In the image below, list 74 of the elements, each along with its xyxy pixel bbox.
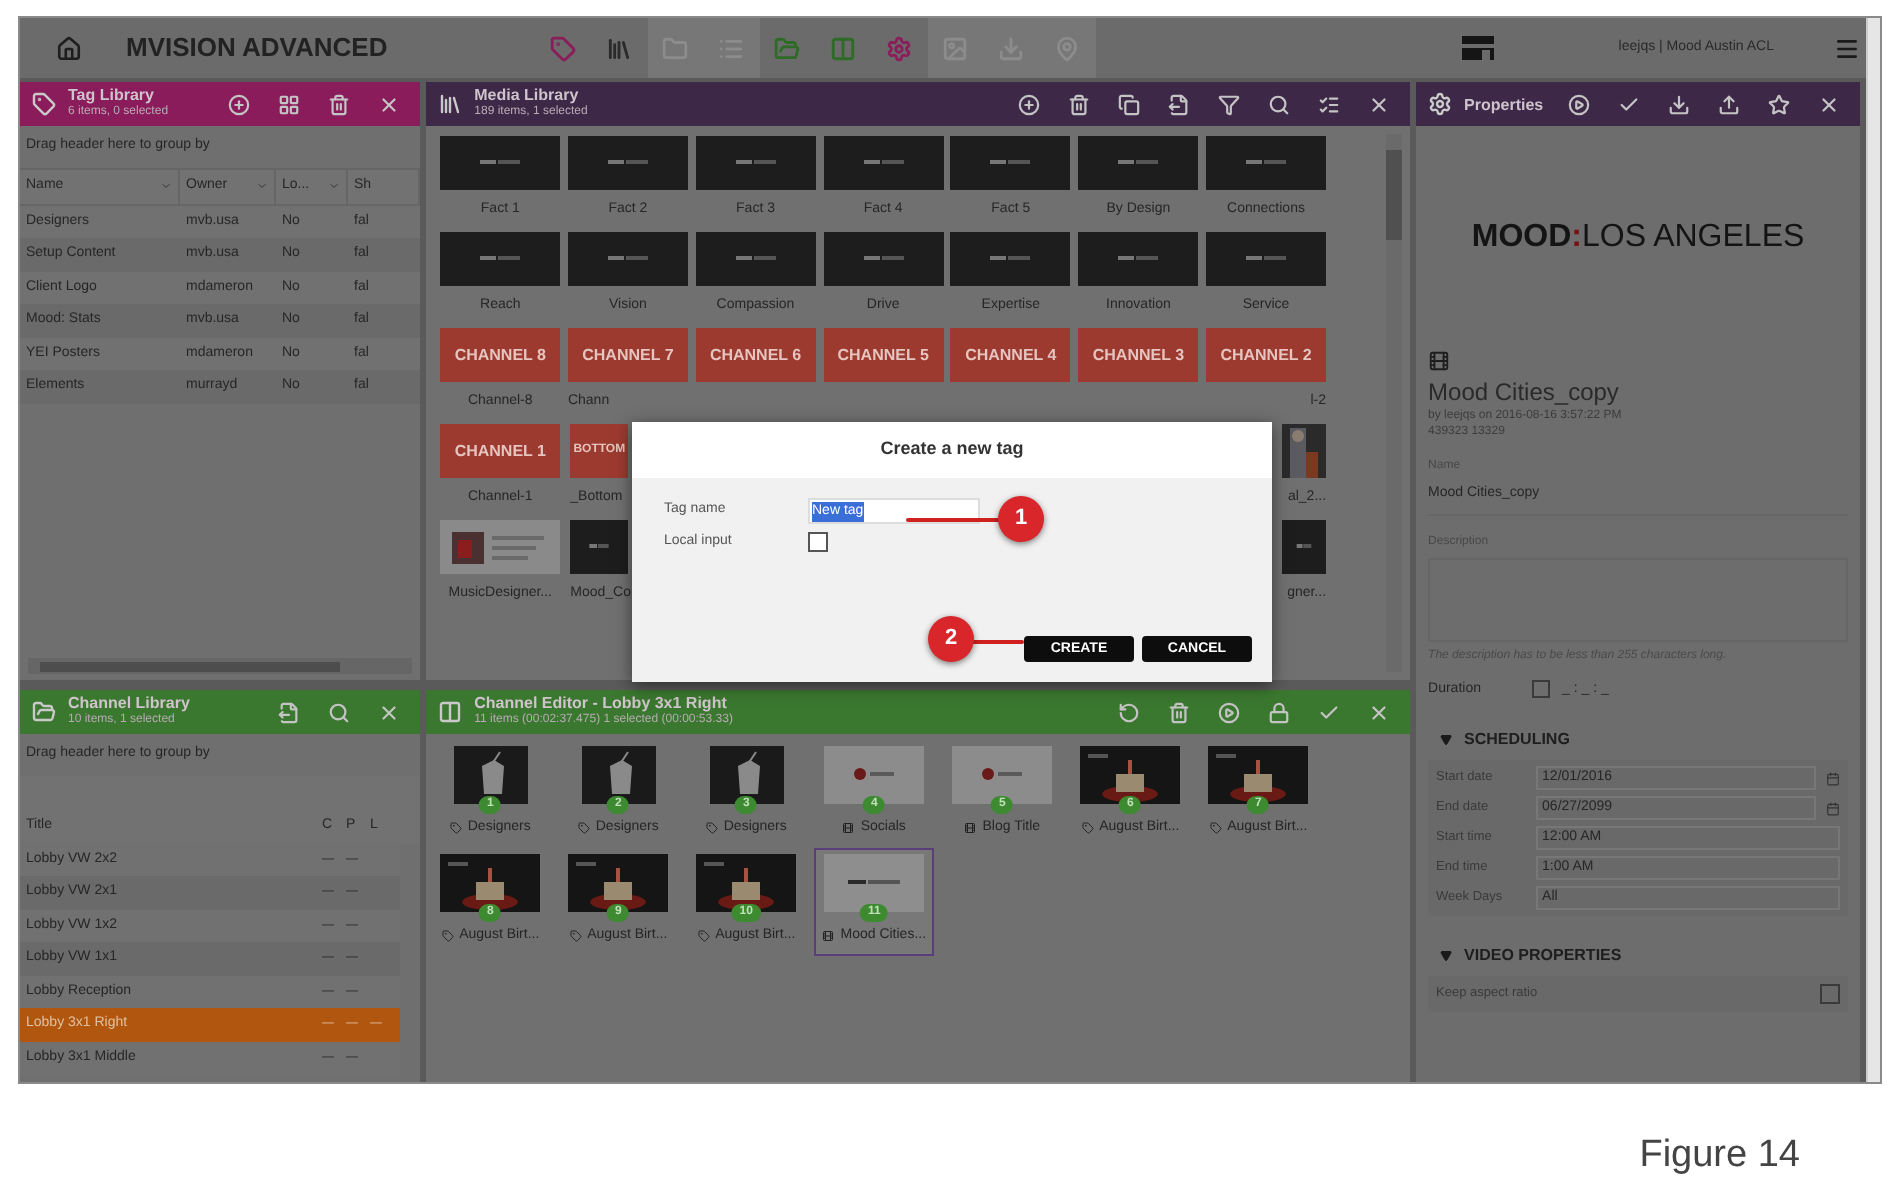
tag-icon bbox=[577, 821, 590, 833]
star-icon[interactable] bbox=[1768, 93, 1791, 115]
close-icon[interactable] bbox=[378, 93, 401, 115]
section-title: VIDEO PROPERTIES bbox=[1464, 944, 1622, 968]
chevron-down-icon bbox=[160, 180, 172, 192]
panel-title: Tag Library bbox=[68, 86, 156, 104]
trash-icon[interactable] bbox=[328, 93, 351, 115]
lock-icon[interactable] bbox=[1268, 701, 1291, 723]
checkbox[interactable] bbox=[1820, 984, 1841, 1004]
tag-icon bbox=[705, 821, 718, 833]
preview-logo: MOOD:LOS ANGELES bbox=[1471, 218, 1805, 258]
calendar-icon[interactable] bbox=[1826, 771, 1841, 785]
leader-line bbox=[906, 518, 1002, 522]
check-icon[interactable] bbox=[1318, 701, 1341, 723]
channel-thumbnail[interactable]: CHANNEL 6 bbox=[695, 328, 816, 382]
panel-title: Channel Library bbox=[68, 694, 190, 712]
list-icon[interactable] bbox=[1318, 93, 1341, 115]
check-icon[interactable] bbox=[1618, 93, 1641, 115]
film-icon bbox=[822, 929, 835, 941]
channel-thumbnail[interactable]: CHANNEL 3 bbox=[1078, 328, 1199, 382]
item-title: Mood Cities_copy bbox=[1428, 378, 1621, 408]
vertical-scrollbar[interactable] bbox=[1386, 134, 1403, 672]
close-icon[interactable] bbox=[1368, 93, 1391, 115]
upload-icon[interactable] bbox=[1718, 93, 1741, 115]
film-icon bbox=[964, 821, 977, 833]
tag-icon bbox=[449, 821, 462, 833]
channel-thumbnail[interactable]: CHANNEL 8 bbox=[440, 328, 561, 382]
dialog-title: Create a new tag bbox=[880, 436, 1024, 463]
home-icon[interactable] bbox=[56, 35, 82, 61]
horizontal-scrollbar[interactable] bbox=[28, 658, 413, 674]
tag-icon bbox=[581, 746, 656, 804]
channel-thumbnail[interactable]: CHANNEL 4 bbox=[950, 328, 1071, 382]
search-icon[interactable] bbox=[1268, 93, 1291, 115]
export-icon[interactable] bbox=[1168, 93, 1191, 115]
tag-icon bbox=[569, 929, 582, 941]
calendar-icon[interactable] bbox=[1826, 801, 1841, 815]
channel-thumbnail[interactable]: CHANNEL 7 bbox=[567, 328, 688, 382]
play-icon[interactable] bbox=[1568, 93, 1591, 115]
collapse-icon[interactable] bbox=[1440, 950, 1453, 962]
channel-thumbnail[interactable]: CHANNEL 1 bbox=[440, 424, 561, 478]
chevron-down-icon bbox=[256, 180, 268, 192]
add-icon[interactable] bbox=[228, 93, 251, 115]
download-icon[interactable] bbox=[1668, 93, 1691, 115]
figure-caption: Figure 14 bbox=[1639, 1132, 1800, 1180]
tag-icon bbox=[441, 929, 454, 941]
film-icon bbox=[842, 821, 855, 833]
grid-icon[interactable] bbox=[278, 93, 301, 115]
checkbox[interactable] bbox=[808, 532, 828, 553]
menu-icon[interactable] bbox=[1834, 35, 1860, 61]
app-title: MVISION ADVANCED bbox=[126, 30, 388, 67]
vertical-scrollbar[interactable] bbox=[1866, 18, 1880, 1082]
collapse-icon[interactable] bbox=[1440, 734, 1453, 746]
chevron-down-icon bbox=[328, 180, 340, 192]
store-icon[interactable] bbox=[1458, 32, 1499, 64]
channel-thumbnail[interactable]: CHANNEL 5 bbox=[823, 328, 944, 382]
library-icon[interactable] bbox=[438, 92, 463, 116]
tag-icon bbox=[697, 929, 710, 941]
tag-icon bbox=[1209, 821, 1222, 833]
copy-icon[interactable] bbox=[1118, 93, 1141, 115]
panel-title: Channel Editor - Lobby 3x1 Right bbox=[474, 694, 729, 712]
tag-icon bbox=[1081, 821, 1094, 833]
close-icon[interactable] bbox=[1818, 93, 1841, 115]
channel-thumbnail[interactable]: CHANNEL 2 bbox=[1206, 328, 1327, 382]
filter-icon[interactable] bbox=[1218, 93, 1241, 115]
add-icon[interactable] bbox=[1018, 93, 1041, 115]
section-title: SCHEDULING bbox=[1464, 728, 1570, 752]
trash-icon[interactable] bbox=[1068, 93, 1091, 115]
tag-icon bbox=[453, 746, 528, 804]
history-icon[interactable] bbox=[1118, 701, 1141, 723]
checkbox[interactable] bbox=[1532, 680, 1551, 699]
panel-title: Media Library bbox=[474, 86, 581, 104]
tag-icon bbox=[709, 746, 784, 804]
leader-line bbox=[972, 640, 1024, 644]
film-icon bbox=[1428, 350, 1451, 372]
